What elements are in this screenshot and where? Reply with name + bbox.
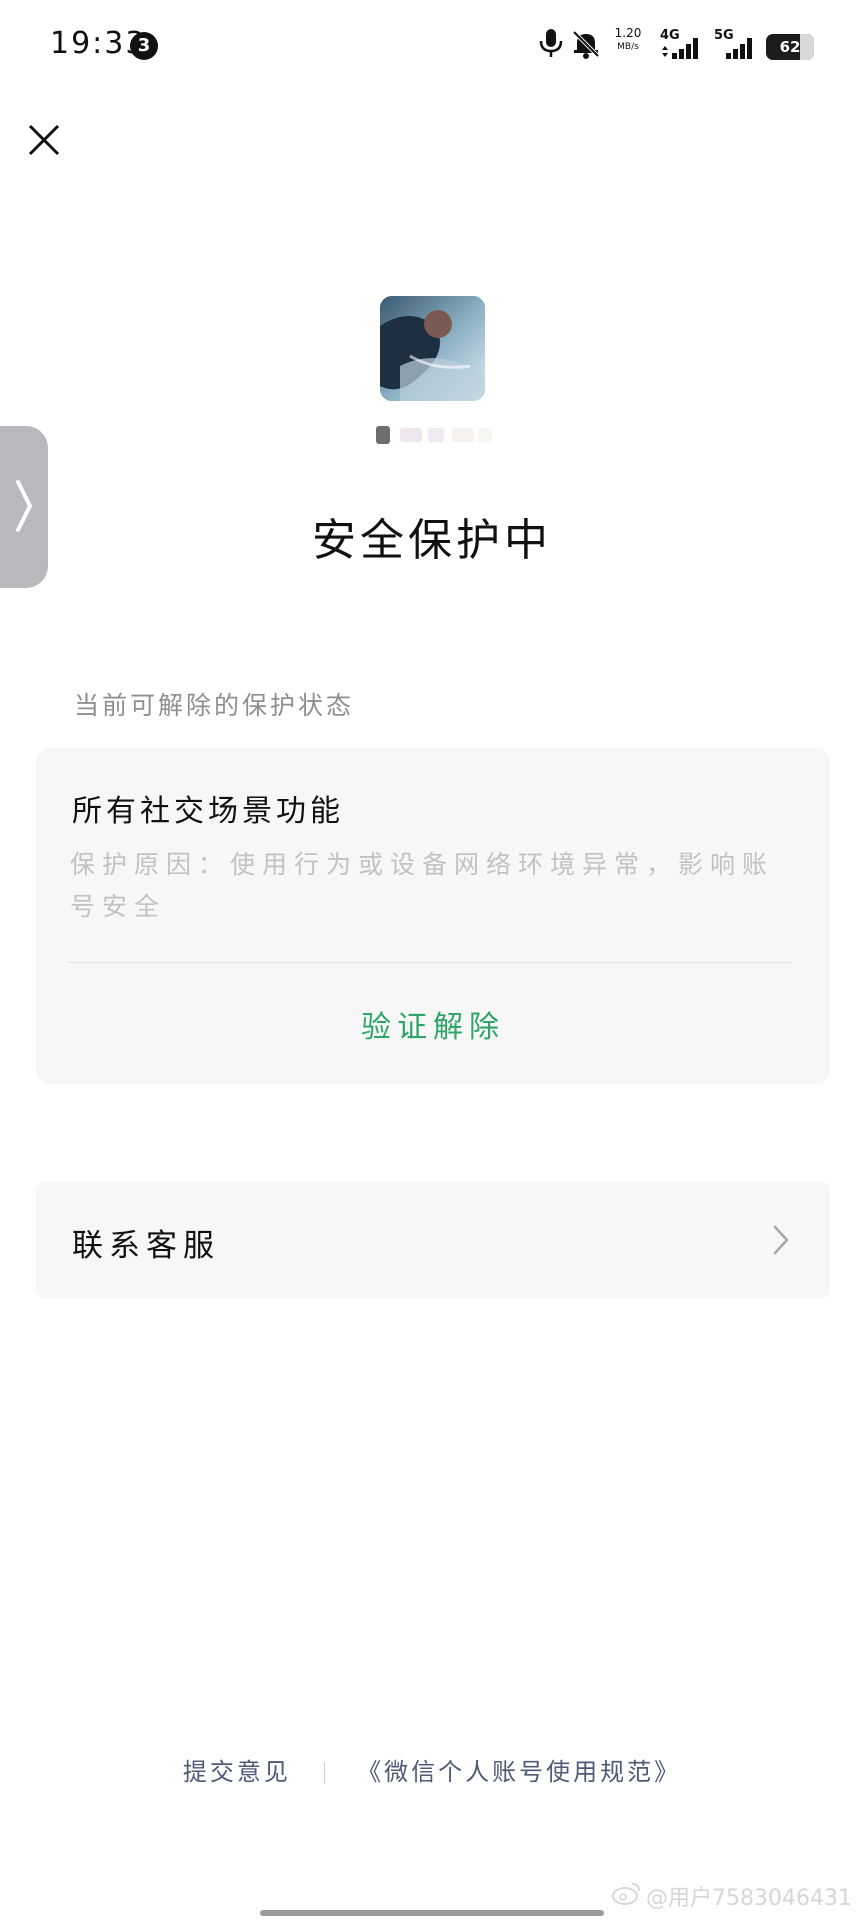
- account-policy-link[interactable]: 《微信个人账号使用规范》: [357, 1758, 681, 1786]
- signal-4g: 4G: [660, 28, 706, 62]
- contact-support-label: 联系客服: [72, 1228, 220, 1264]
- notification-count-badge: 3: [130, 32, 158, 60]
- network-speed-unit: MB/s: [617, 42, 639, 52]
- microphone-icon: [538, 28, 564, 62]
- signal-4g-label: 4G: [660, 28, 680, 43]
- close-button[interactable]: [22, 118, 66, 162]
- signal-5g: 5G: [714, 28, 760, 62]
- protection-item-title: 所有社交场景功能: [72, 794, 344, 829]
- home-indicator[interactable]: [260, 1910, 604, 1916]
- signal-5g-label: 5G: [714, 28, 734, 43]
- avatar: [380, 296, 485, 401]
- avatar-image: [380, 296, 485, 401]
- chevron-right-icon: [772, 1224, 790, 1260]
- page-title: 安全保护中: [312, 515, 552, 566]
- footer-divider: [323, 1762, 325, 1784]
- watermark-text: @用户7583046431: [646, 1886, 852, 1911]
- contact-support-row[interactable]: 联系客服: [36, 1182, 830, 1298]
- network-speed: 1.20 MB/s: [612, 26, 644, 54]
- protection-status-card: 所有社交场景功能 保护原因：使用行为或设备网络环境异常，影响账号安全 验证解除: [36, 748, 830, 1084]
- network-speed-value: 1.20: [614, 26, 642, 40]
- verify-unlock-button[interactable]: 验证解除: [36, 1002, 830, 1046]
- username-blurred: [372, 426, 496, 444]
- footer-links: 提交意见 《微信个人账号使用规范》: [0, 1752, 864, 1787]
- card-divider: [68, 962, 792, 963]
- close-icon: [28, 124, 60, 156]
- protection-reason: 保护原因：使用行为或设备网络环境异常，影响账号安全: [70, 850, 775, 921]
- feedback-link[interactable]: 提交意见: [183, 1758, 291, 1786]
- battery-cap: [800, 34, 814, 60]
- status-bar: 19:33 3 1.20 MB/s 4G 5G 62: [0, 0, 864, 92]
- weibo-icon: [612, 1880, 642, 1910]
- section-label: 当前可解除的保护状态: [74, 691, 355, 720]
- bell-off-icon: [570, 28, 602, 64]
